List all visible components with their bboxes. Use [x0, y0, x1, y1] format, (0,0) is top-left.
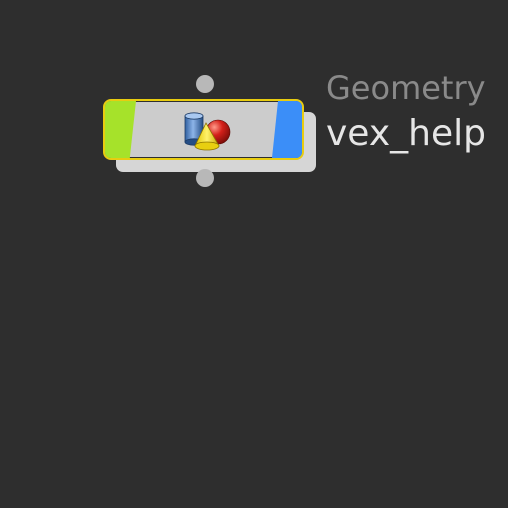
render-flag-button[interactable]	[272, 101, 302, 158]
geometry-shapes-icon	[184, 112, 231, 151]
display-flag-button[interactable]	[105, 101, 136, 158]
node-output-connector[interactable]	[196, 169, 214, 187]
network-editor-canvas[interactable]: Geometry vex_help	[0, 0, 508, 508]
node-type-label: Geometry	[326, 69, 486, 107]
node-name-label[interactable]: vex_help	[326, 112, 486, 156]
node-input-connector[interactable]	[196, 75, 214, 93]
geometry-node[interactable]	[103, 99, 304, 160]
